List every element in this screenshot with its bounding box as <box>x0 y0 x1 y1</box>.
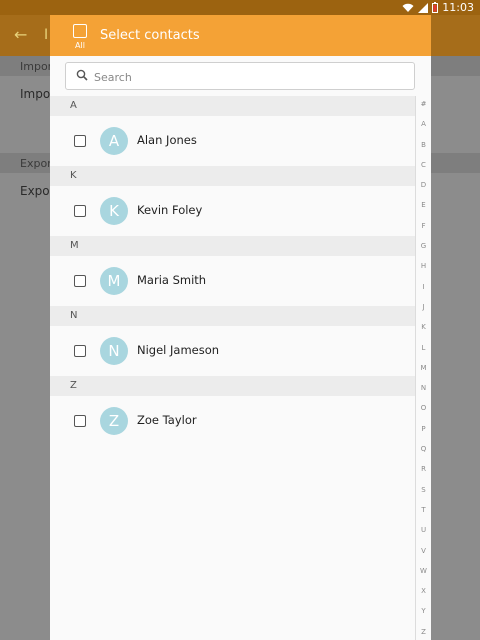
background-title: I <box>44 27 49 43</box>
index-letter[interactable]: M <box>420 364 426 372</box>
section-header: M <box>50 236 415 256</box>
dialog-title: Select contacts <box>100 28 200 43</box>
back-arrow-icon[interactable]: ← <box>14 25 27 44</box>
select-all-label: All <box>75 41 85 50</box>
index-letter[interactable]: V <box>421 547 426 555</box>
index-letter[interactable]: F <box>421 222 425 230</box>
search-input[interactable] <box>92 66 406 88</box>
index-letter[interactable]: C <box>421 161 426 169</box>
index-letter[interactable]: U <box>421 526 426 534</box>
index-letter[interactable]: T <box>421 506 425 514</box>
index-letter[interactable]: X <box>421 587 426 595</box>
status-time: 11:03 <box>442 1 474 14</box>
alphabet-index-scroller[interactable]: # A B C D E F G H I J K L M N O P Q R S T U V W X Y Z <box>415 96 431 640</box>
avatar: M <box>100 267 128 295</box>
index-letter[interactable]: E <box>421 201 425 209</box>
contact-name: Kevin Foley <box>137 203 203 217</box>
index-letter[interactable]: S <box>421 486 425 494</box>
status-bar: 11:03 <box>0 0 480 15</box>
status-icons: 11:03 <box>402 1 474 14</box>
index-letter[interactable]: Z <box>421 628 426 636</box>
index-letter[interactable]: Q <box>421 445 427 453</box>
contact-checkbox[interactable] <box>74 205 86 217</box>
index-letter[interactable]: K <box>421 323 426 331</box>
index-letter[interactable]: Y <box>421 607 425 615</box>
index-letter[interactable]: R <box>421 465 426 473</box>
index-letter[interactable]: W <box>420 567 427 575</box>
contact-name: Maria Smith <box>137 273 207 287</box>
section-header: N <box>50 306 415 326</box>
list-item[interactable]: Z Zoe Taylor <box>50 396 415 446</box>
index-letter[interactable]: I <box>422 283 424 291</box>
search-box[interactable] <box>65 62 415 90</box>
section-header: A <box>50 96 415 116</box>
contact-checkbox[interactable] <box>74 415 86 427</box>
list-item[interactable]: K Kevin Foley <box>50 186 415 236</box>
index-letter[interactable]: # <box>421 100 427 108</box>
index-letter[interactable]: A <box>421 120 426 128</box>
index-letter[interactable]: J <box>422 303 424 311</box>
contact-name: Alan Jones <box>137 133 197 147</box>
contact-checkbox[interactable] <box>74 345 86 357</box>
section-header: Z <box>50 376 415 396</box>
select-contacts-dialog: All Select contacts A A Alan Jones K K K… <box>50 15 431 640</box>
list-item[interactable]: N Nigel Jameson <box>50 326 415 376</box>
wifi-icon <box>402 3 414 12</box>
list-item[interactable]: M Maria Smith <box>50 256 415 306</box>
avatar: N <box>100 337 128 365</box>
select-all-checkbox[interactable] <box>73 24 87 38</box>
search-icon <box>76 69 88 81</box>
index-letter[interactable]: H <box>421 262 426 270</box>
contact-checkbox[interactable] <box>74 275 86 287</box>
signal-icon <box>418 2 429 13</box>
index-letter[interactable]: B <box>421 141 426 149</box>
contact-checkbox[interactable] <box>74 135 86 147</box>
contact-list: A A Alan Jones K K Kevin Foley M M Maria… <box>50 96 415 446</box>
contact-name: Nigel Jameson <box>137 343 220 357</box>
index-letter[interactable]: O <box>421 404 427 412</box>
list-item[interactable]: A Alan Jones <box>50 116 415 166</box>
index-letter[interactable]: N <box>421 384 426 392</box>
avatar: K <box>100 197 128 225</box>
index-letter[interactable]: D <box>421 181 426 189</box>
avatar: A <box>100 127 128 155</box>
section-header: K <box>50 166 415 186</box>
index-letter[interactable]: P <box>421 425 425 433</box>
index-letter[interactable]: L <box>422 344 426 352</box>
avatar: Z <box>100 407 128 435</box>
contact-name: Zoe Taylor <box>137 413 197 427</box>
dialog-header: All Select contacts <box>50 15 431 56</box>
battery-icon <box>432 2 439 13</box>
index-letter[interactable]: G <box>421 242 426 250</box>
